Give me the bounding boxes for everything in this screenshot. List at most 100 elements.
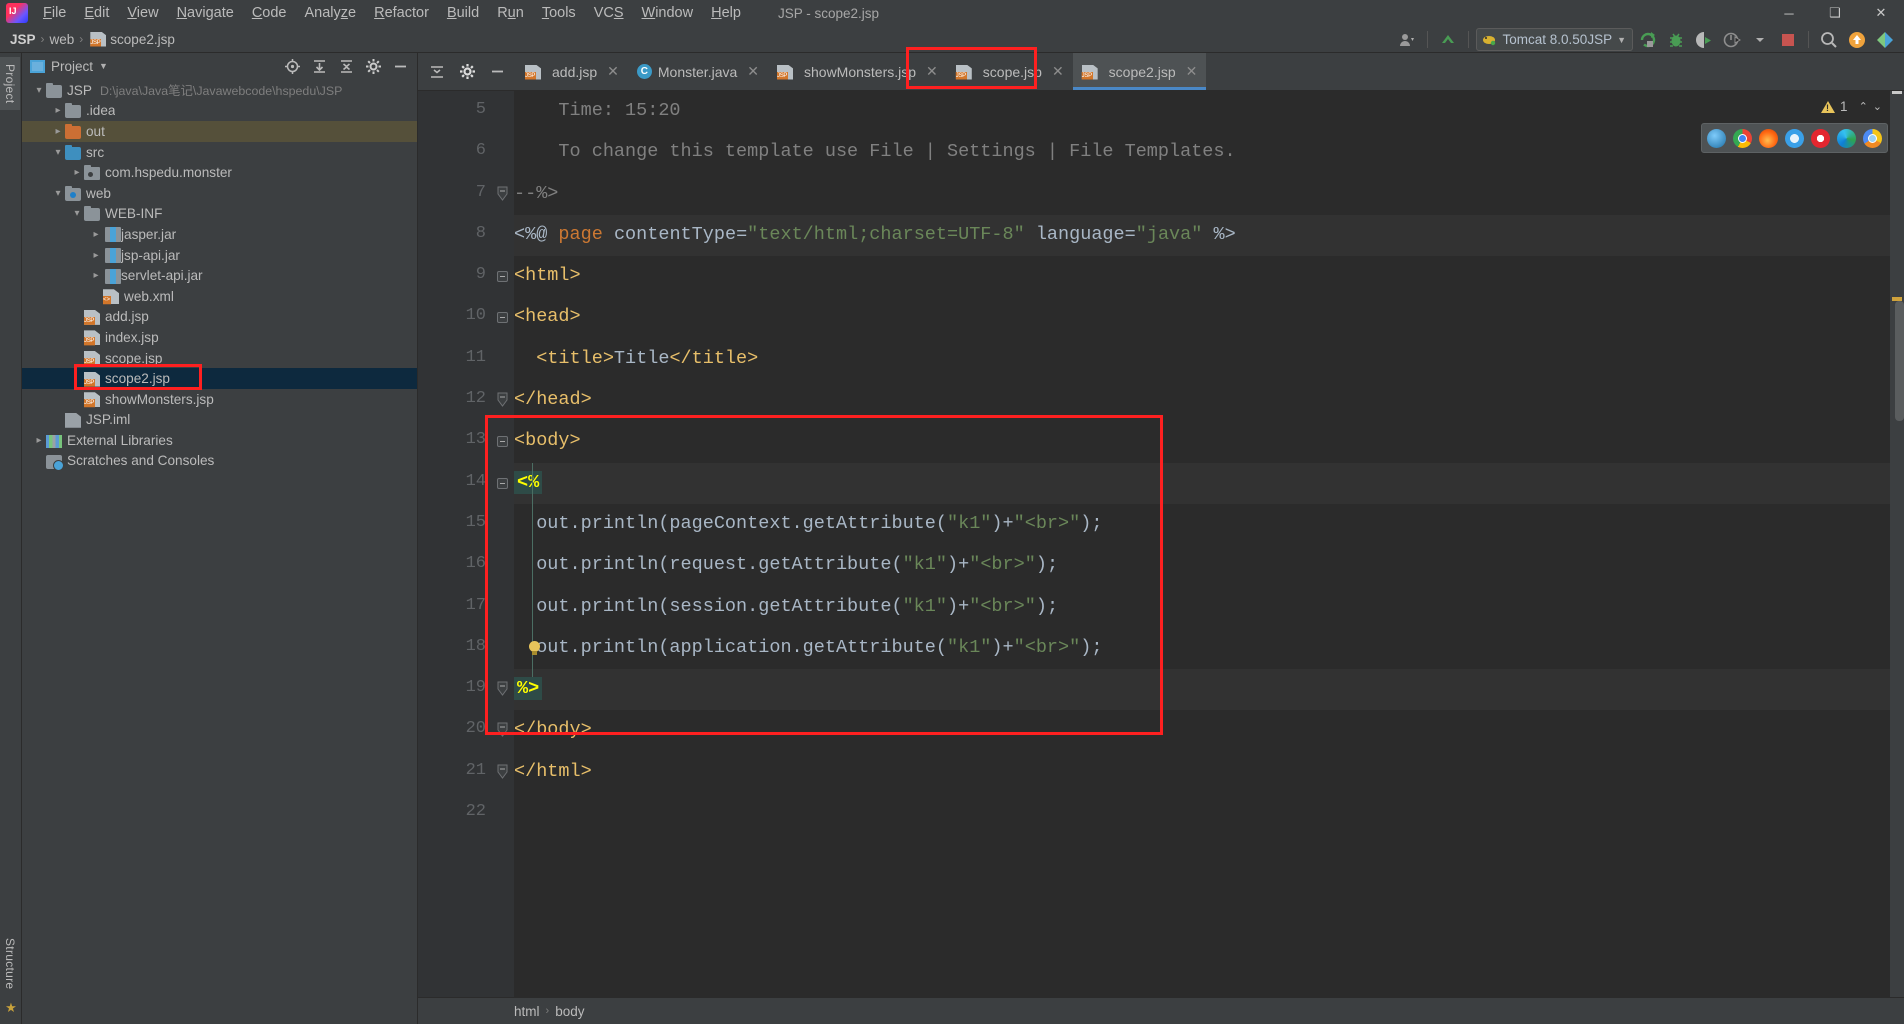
- user-avatar-icon[interactable]: [1394, 28, 1420, 52]
- code-line-row[interactable]: out.println(pageContext.getAttribute("k1…: [514, 504, 1890, 545]
- settings-gear-icon[interactable]: [454, 60, 480, 84]
- update-project-icon[interactable]: [1844, 28, 1870, 52]
- menu-help[interactable]: Help: [702, 2, 750, 24]
- chevron-right-icon[interactable]: ▸: [51, 105, 65, 116]
- opera-browser-icon[interactable]: [1811, 128, 1830, 148]
- partial-icon[interactable]: [1872, 28, 1898, 52]
- chevron-down-icon[interactable]: [1747, 28, 1773, 52]
- minimize-button[interactable]: ─: [1766, 0, 1812, 26]
- stripe-button-project[interactable]: Project: [0, 57, 20, 111]
- collapse-all-icon[interactable]: [333, 54, 359, 78]
- editor-scrollbar[interactable]: [1895, 301, 1904, 421]
- fold-end-marker-icon[interactable]: [497, 392, 508, 408]
- editor-tab-showmonsters-jsp[interactable]: showMonsters.jsp ✕: [768, 53, 947, 90]
- editor-code[interactable]: Time: 15:20 To change this template use …: [514, 91, 1890, 997]
- fold-marker-icon[interactable]: [497, 312, 508, 324]
- expand-all-icon[interactable]: [306, 54, 332, 78]
- editor-tab-add-jsp[interactable]: add.jsp ✕: [516, 53, 628, 90]
- menu-tools[interactable]: Tools: [533, 2, 585, 24]
- run-configuration-selector[interactable]: Tomcat 8.0.50JSP ▼: [1475, 28, 1633, 51]
- gutter-line[interactable]: 22: [418, 793, 514, 834]
- close-tab-icon[interactable]: ✕: [747, 63, 759, 80]
- breadcrumb-project[interactable]: JSP: [10, 32, 36, 47]
- gutter-line[interactable]: 20: [418, 710, 514, 751]
- project-tree[interactable]: ▾ JSP D:\java\Java笔记\Javawebcode\hspedu\JS…: [22, 80, 417, 1024]
- maximize-button[interactable]: ❑: [1812, 0, 1858, 26]
- breadcrumb-folder[interactable]: web: [50, 32, 75, 47]
- gutter-line[interactable]: 18: [418, 628, 514, 669]
- chevron-right-icon[interactable]: ▸: [32, 435, 46, 446]
- chevron-right-icon[interactable]: ▸: [89, 229, 103, 240]
- chevron-right-icon[interactable]: ▸: [89, 250, 103, 261]
- safari-browser-icon[interactable]: [1785, 128, 1804, 148]
- fold-end-marker-icon[interactable]: [497, 764, 508, 780]
- menu-view[interactable]: View: [118, 2, 167, 24]
- tree-item-jsp-api-jar[interactable]: ▸ jsp-api.jar: [22, 245, 417, 266]
- editor-marker-bar[interactable]: [1890, 91, 1904, 997]
- code-line-row[interactable]: </head>: [514, 380, 1890, 421]
- menu-navigate[interactable]: Navigate: [168, 2, 243, 24]
- code-line-row[interactable]: <title>Title</title>: [514, 339, 1890, 380]
- code-editor[interactable]: 5 6 7 8 9 10 11 12 13 14 15 16 17 18 19 20 21 22 Time: 15…: [418, 91, 1904, 997]
- code-line-row[interactable]: <body>: [514, 421, 1890, 462]
- chevron-down-icon[interactable]: ⌄: [1873, 100, 1882, 113]
- edge-browser-icon[interactable]: [1837, 128, 1856, 148]
- chevron-right-icon[interactable]: ▸: [51, 126, 65, 137]
- fold-marker-icon[interactable]: [497, 271, 508, 283]
- profiler-icon[interactable]: [1719, 28, 1745, 52]
- tree-item-index-jsp[interactable]: index.jsp: [22, 327, 417, 348]
- code-line-row[interactable]: %>: [514, 669, 1890, 711]
- gutter-line[interactable]: 12: [418, 380, 514, 421]
- gutter-line[interactable]: 19: [418, 669, 514, 710]
- debug-icon[interactable]: [1663, 28, 1689, 52]
- gutter-line[interactable]: 14: [418, 463, 514, 504]
- gutter-line[interactable]: 7: [418, 174, 514, 215]
- run-icon[interactable]: [1635, 28, 1661, 52]
- code-line-row[interactable]: </html>: [514, 752, 1890, 793]
- editor-gutter[interactable]: 5 6 7 8 9 10 11 12 13 14 15 16 17 18 19 20 21 22: [418, 91, 514, 997]
- run-with-coverage-icon[interactable]: [1691, 28, 1717, 52]
- firefox-browser-icon[interactable]: [1759, 128, 1778, 148]
- close-tab-icon[interactable]: ✕: [1052, 63, 1064, 80]
- editor-tab-scope-jsp[interactable]: scope.jsp ✕: [947, 53, 1073, 90]
- gutter-line[interactable]: 11: [418, 339, 514, 380]
- fold-end-marker-icon[interactable]: [497, 722, 508, 738]
- code-line-row[interactable]: [514, 793, 1890, 834]
- chevron-right-icon[interactable]: ▸: [70, 167, 84, 178]
- editor-tab-monster-java[interactable]: C Monster.java ✕: [628, 53, 768, 90]
- chrome-canary-browser-icon[interactable]: [1863, 128, 1882, 148]
- menu-edit[interactable]: Edit: [75, 2, 118, 24]
- code-line-row[interactable]: Time: 15:20: [514, 91, 1890, 132]
- gutter-line[interactable]: 8: [418, 215, 514, 256]
- gutter-line[interactable]: 5: [418, 91, 514, 132]
- fold-marker-icon[interactable]: [497, 436, 508, 448]
- search-everywhere-icon[interactable]: [1816, 28, 1842, 52]
- chevron-right-icon[interactable]: ▸: [89, 270, 103, 281]
- tree-item-web-inf[interactable]: ▾ WEB-INF: [22, 204, 417, 225]
- stripe-button-favorites-icon[interactable]: ★: [0, 996, 22, 1020]
- menu-vcs[interactable]: VCS: [585, 2, 633, 24]
- chrome-browser-icon[interactable]: [1733, 128, 1752, 148]
- fold-marker-icon[interactable]: [497, 477, 508, 489]
- tree-item-web-xml[interactable]: web.xml: [22, 286, 417, 307]
- breadcrumb-element-body[interactable]: body: [555, 1004, 584, 1019]
- code-line-row[interactable]: out.println(session.getAttribute("k1")+"…: [514, 587, 1890, 628]
- fold-end-marker-icon[interactable]: [497, 186, 508, 202]
- tree-item-web[interactable]: ▾ web: [22, 183, 417, 204]
- code-line-row[interactable]: <%: [514, 462, 1890, 504]
- chevron-down-icon[interactable]: ▾: [51, 147, 65, 158]
- gutter-line[interactable]: 13: [418, 421, 514, 462]
- close-tab-icon[interactable]: ✕: [926, 63, 938, 80]
- tree-item-scope2-jsp[interactable]: scope2.jsp: [22, 368, 417, 389]
- code-line-row[interactable]: <html>: [514, 256, 1890, 297]
- chevron-down-icon[interactable]: ▾: [70, 208, 84, 219]
- tree-item-jasper-jar[interactable]: ▸ jasper.jar: [22, 224, 417, 245]
- breadcrumb-element-html[interactable]: html: [514, 1004, 540, 1019]
- editor-tab-scope2-jsp[interactable]: scope2.jsp ✕: [1072, 53, 1207, 90]
- chevron-down-icon[interactable]: ▼: [99, 61, 108, 71]
- intention-bulb-icon[interactable]: [528, 640, 541, 656]
- locate-icon[interactable]: [279, 54, 305, 78]
- tree-item-scratches-and-consoles[interactable]: Scratches and Consoles: [22, 451, 417, 472]
- tree-item-src[interactable]: ▾ src: [22, 142, 417, 163]
- tree-item-com-hspedu-monster[interactable]: ▸ com.hspedu.monster: [22, 162, 417, 183]
